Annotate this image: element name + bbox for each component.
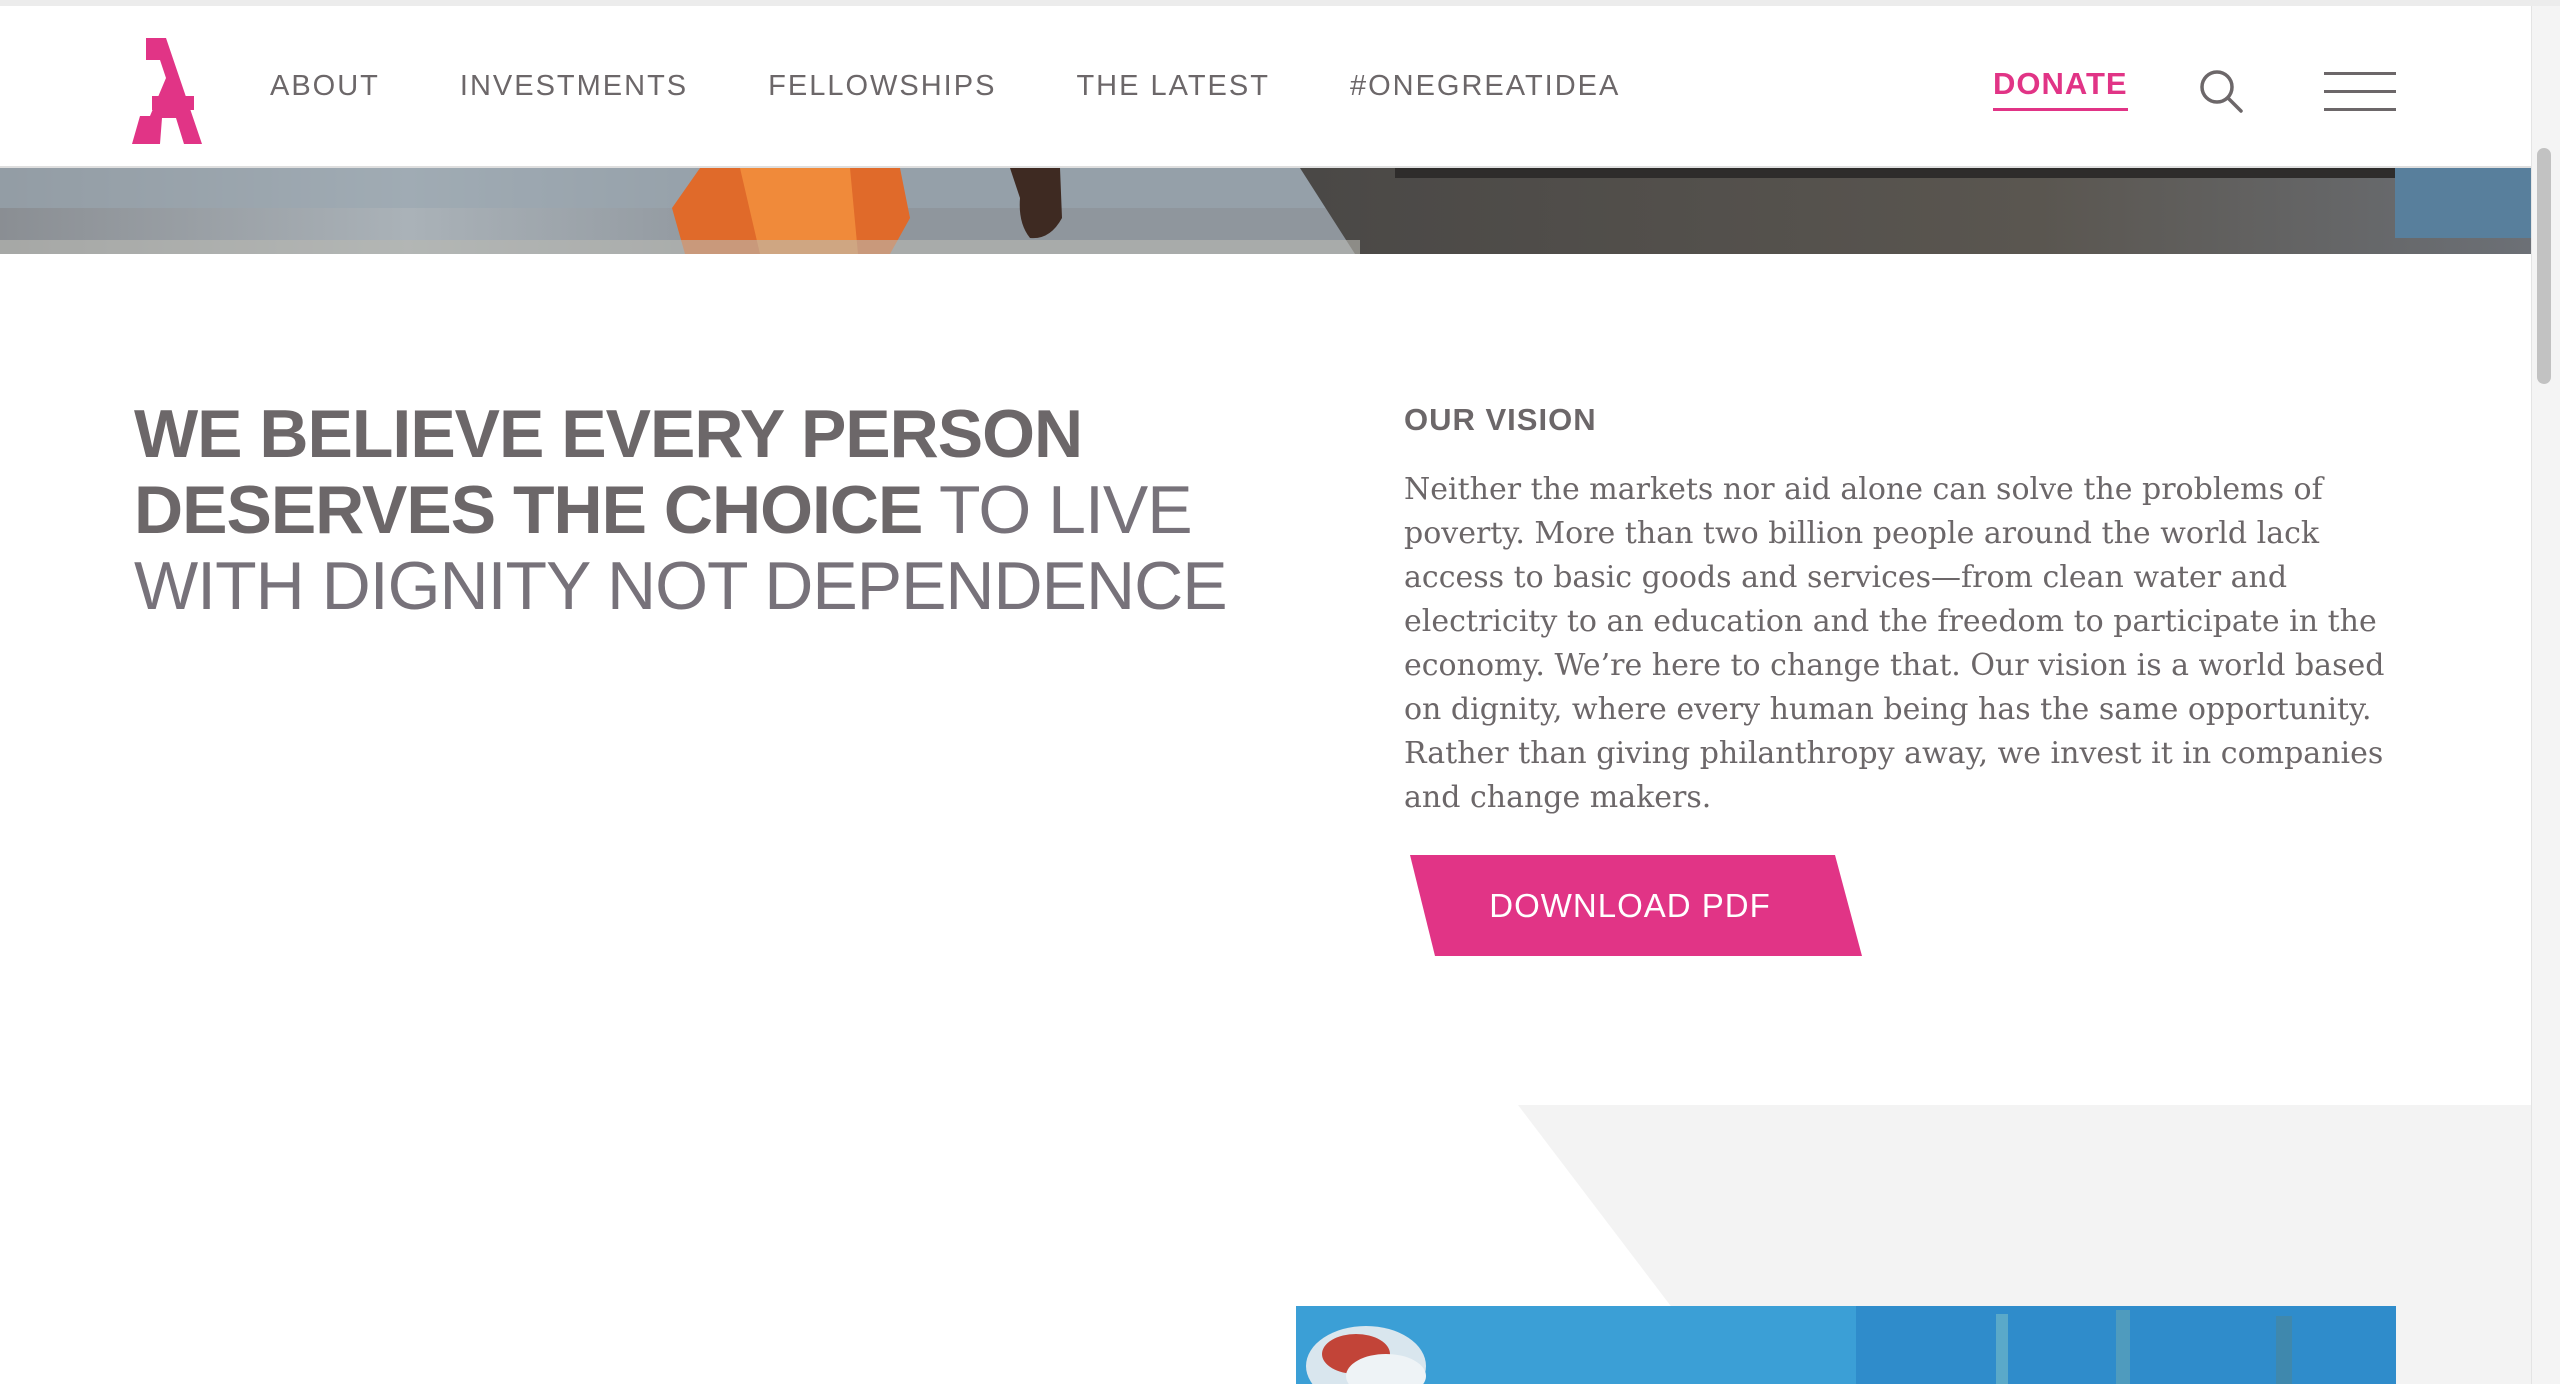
scrollbar-thumb[interactable]	[2537, 148, 2551, 384]
vision-body: Neither the markets nor aid alone can so…	[1404, 472, 2385, 815]
vision-title: OUR VISION	[1404, 402, 1597, 437]
acumen-a-logo-icon[interactable]	[132, 38, 202, 144]
nav-about[interactable]: ABOUT	[270, 70, 380, 103]
nav-onegreatidea[interactable]: #ONEGREATIDEA	[1350, 70, 1620, 103]
headline-bold-line-2: DESERVES THE CHOICE	[134, 472, 923, 548]
download-pdf-button[interactable]: DOWNLOAD PDF	[1410, 855, 1862, 956]
headline-light-line-3: WITH DIGNITY NOT DEPENDENCE	[134, 548, 1228, 624]
headline-light-tail: TO LIVE	[922, 472, 1193, 548]
search-icon[interactable]	[2198, 68, 2244, 114]
story-photo	[1296, 1306, 2396, 1384]
headline-bold-line-1: WE BELIEVE EVERY PERSON	[134, 396, 1083, 472]
download-pdf-label: DOWNLOAD PDF	[1489, 887, 1771, 924]
story-photo-image	[1296, 1306, 2396, 1384]
mission-headline: WE BELIEVE EVERY PERSON DESERVES THE CHO…	[134, 396, 1234, 624]
nav-the-latest[interactable]: THE LATEST	[1076, 70, 1270, 103]
nav-investments[interactable]: INVESTMENTS	[460, 70, 688, 103]
hamburger-menu-icon[interactable]	[2324, 70, 2396, 114]
site-header: ABOUT INVESTMENTS FELLOWSHIPS THE LATEST…	[0, 6, 2531, 168]
donate-link[interactable]: DONATE	[1993, 66, 2128, 111]
hero-photo	[0, 168, 2531, 254]
hero-image-strip	[0, 168, 2531, 254]
main-nav: ABOUT INVESTMENTS FELLOWSHIPS THE LATEST…	[270, 6, 1700, 166]
nav-fellowships[interactable]: FELLOWSHIPS	[768, 70, 996, 103]
